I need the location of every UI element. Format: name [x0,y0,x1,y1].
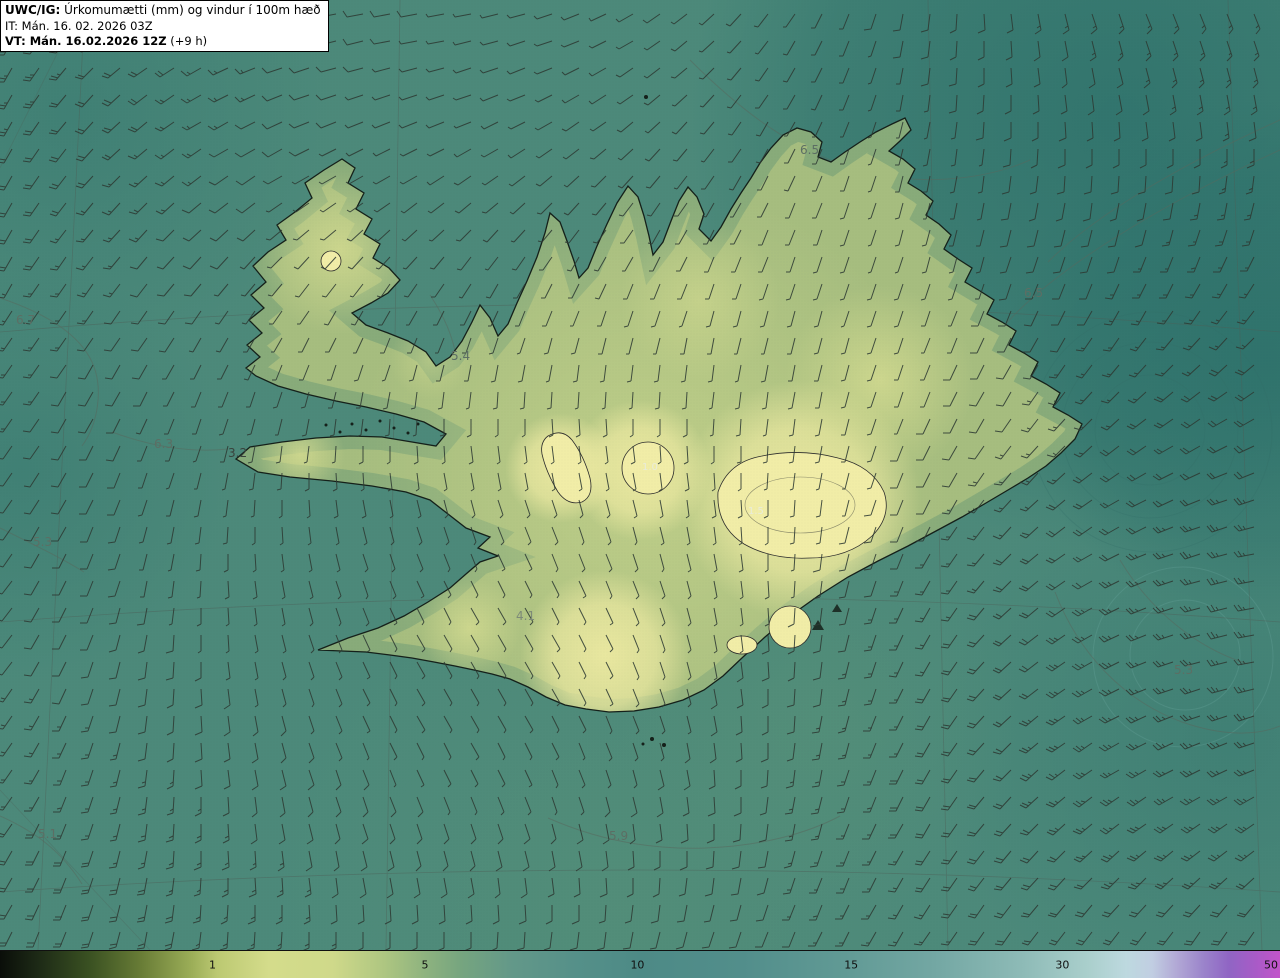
weather-map-app: 6.5 6.5 6.7 5.4 6.3 3.2 5.3 4.1 5.3 5.9 5.1 1.0 1.5 … [0,0,1280,978]
contour-label: 6.3 [154,437,173,451]
contour-label: 6.5 [800,143,819,157]
colorbar-tick-label: 30 [1055,958,1070,971]
contour-label: 3.2 [228,446,247,460]
stipple-texture [0,0,1280,950]
precipitation-colorbar: 1 5 10 15 30 50 [0,950,1280,978]
contour-label: 5.4 [451,349,470,363]
contour-label: 6.7 [16,313,35,327]
colorbar-tick-label: 50 [1264,958,1279,971]
model-name: UWC/IG: [5,3,61,17]
colorbar-tick-label: 15 [844,958,859,971]
valid-time-offset: (+9 h) [166,33,208,48]
contour-label: 5.9 [609,829,628,843]
contour-label: 6.5 [1024,286,1043,300]
colorbar-tick-label: 5 [421,958,429,971]
contour-label: 5.3 [1174,663,1193,677]
contour-label: 1.0 [642,462,658,473]
init-time-line: IT: Mán. 16. 02. 2026 03Z [5,18,153,33]
contour-label: 5.3 [33,535,52,549]
forecast-info-box: UWC/IG: Úrkomumætti (mm) og vindur í 100… [0,0,329,53]
contour-label: 1.5 [748,506,764,517]
contour-label: 4.1 [516,609,535,623]
colorbar-tick-label: 10 [630,958,645,971]
valid-time: VT: Mán. 16.02.2026 12Z [5,33,167,48]
model-title-line: UWC/IG: Úrkomumætti (mm) og vindur í 100… [5,3,321,19]
weather-map: 6.5 6.5 6.7 5.4 6.3 3.2 5.3 4.1 5.3 5.9 5.1 1.0 1.5 [0,0,1280,950]
valid-time-line: VT: Mán. 16.02.2026 12Z (+9 h) [5,34,321,49]
colorbar-tick-label: 1 [208,958,216,971]
model-variable: Úrkomumætti (mm) og vindur í 100m hæð [60,3,321,17]
contour-label: 5.1 [38,827,57,841]
